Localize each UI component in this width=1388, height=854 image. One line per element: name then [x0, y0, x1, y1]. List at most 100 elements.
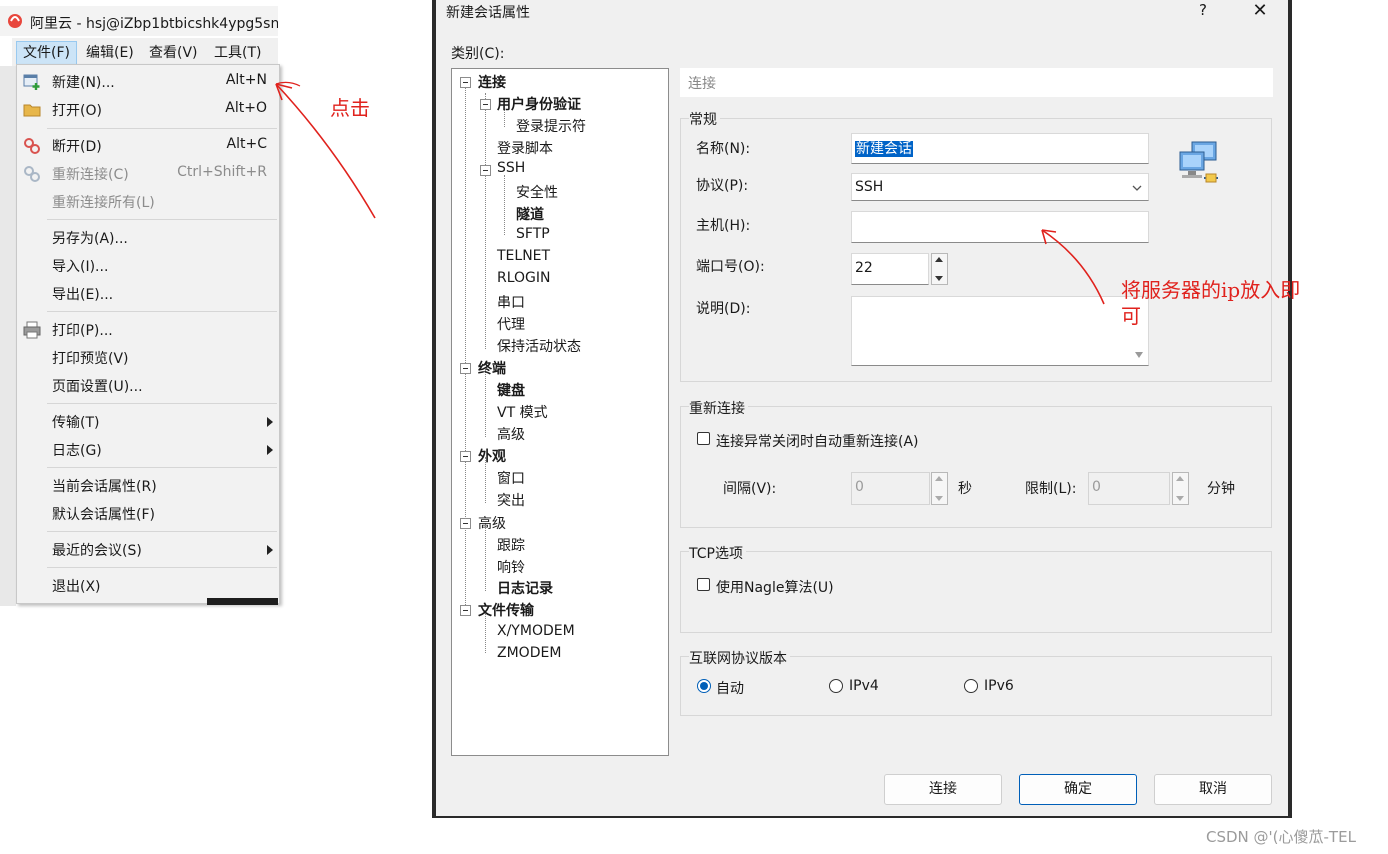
cancel-button[interactable]: 取消	[1154, 774, 1272, 805]
tree-node-highlight[interactable]: 突出	[497, 490, 525, 510]
category-label: 类别(C):	[451, 46, 505, 62]
stepper-up-icon[interactable]	[935, 257, 943, 262]
menu-item-disconnect[interactable]: 断开(D) Alt+C	[17, 133, 279, 159]
tree-node-xymodem[interactable]: X/YMODEM	[497, 623, 575, 639]
scroll-down-icon[interactable]	[1134, 351, 1144, 359]
name-input[interactable]: 新建会话	[851, 133, 1149, 164]
menu-tools[interactable]: 工具(T)	[208, 42, 267, 64]
port-input[interactable]: 22	[851, 253, 929, 285]
annotation-arrow-icon	[1041, 229, 1105, 305]
category-tree[interactable]: 连接 用户身份验证 登录提示符 登录脚本 SSH 安全性 隧道 SFTP TEL…	[451, 68, 669, 756]
menu-item-label: 导入(I)...	[52, 259, 109, 275]
menu-item-recent-sessions[interactable]: 最近的会议(S)	[17, 537, 279, 563]
tree-node-vt-mode[interactable]: VT 模式	[497, 402, 548, 422]
tree-node-keepalive[interactable]: 保持活动状态	[497, 336, 581, 356]
annotation-host-note-line2: 可	[1121, 304, 1141, 328]
menu-separator	[47, 128, 277, 129]
menu-item-print-preview[interactable]: 打印预览(V)	[17, 345, 279, 371]
protocol-select[interactable]: SSH	[851, 173, 1149, 201]
tree-node-window[interactable]: 窗口	[497, 468, 525, 488]
menu-file[interactable]: 文件(F)	[16, 41, 77, 65]
nagle-checkbox[interactable]	[697, 578, 710, 591]
connect-button[interactable]: 连接	[884, 774, 1002, 805]
menu-item-label: 默认会话属性(F)	[52, 507, 155, 523]
tree-node-serial[interactable]: 串口	[497, 292, 525, 312]
tree-collapse-icon[interactable]	[460, 518, 471, 529]
general-group-title: 常规	[689, 109, 720, 129]
annotation-host-note: 将服务器的ip放入即 可	[1121, 277, 1300, 329]
menu-item-accel: Alt+O	[225, 100, 267, 116]
tree-node-appearance[interactable]: 外观	[478, 446, 506, 466]
tree-collapse-icon[interactable]	[480, 99, 491, 110]
folder-icon	[23, 104, 41, 117]
tree-node-security[interactable]: 安全性	[516, 182, 558, 202]
tree-node-file-transfer[interactable]: 文件传输	[478, 600, 534, 620]
menu-item-log[interactable]: 日志(G)	[17, 437, 279, 463]
limit-stepper	[1172, 472, 1189, 505]
tree-node-auth[interactable]: 用户身份验证	[497, 94, 581, 114]
close-button[interactable]: ✕	[1245, 0, 1275, 24]
ip-auto-label: 自动	[716, 681, 744, 697]
session-window: 阿里云 - hsj@iZbp1btbicshk4ypg5sn9 文件(F) 编辑…	[0, 0, 280, 606]
name-label: 名称(N):	[696, 141, 751, 157]
tree-collapse-icon[interactable]	[460, 363, 471, 374]
tree-collapse-icon[interactable]	[460, 605, 471, 616]
interval-input: 0	[851, 472, 930, 505]
limit-label: 限制(L):	[1025, 481, 1077, 497]
tree-collapse-icon[interactable]	[460, 77, 471, 88]
menu-item-accel: Ctrl+Shift+R	[177, 164, 267, 180]
menu-item-save-as[interactable]: 另存为(A)...	[17, 225, 279, 251]
menu-item-accel: Alt+C	[226, 136, 267, 152]
port-stepper[interactable]	[931, 253, 948, 285]
tree-node-rlogin[interactable]: RLOGIN	[497, 270, 551, 286]
menu-item-import[interactable]: 导入(I)...	[17, 253, 279, 279]
menu-item-export[interactable]: 导出(E)...	[17, 281, 279, 307]
auto-reconnect-checkbox[interactable]	[697, 432, 710, 445]
tree-node-bell[interactable]: 响铃	[497, 557, 525, 577]
menu-item-print[interactable]: 打印(P)...	[17, 317, 279, 343]
ok-button[interactable]: 确定	[1019, 774, 1137, 805]
menu-item-exit[interactable]: 退出(X)	[17, 573, 279, 599]
stepper-down-icon[interactable]	[935, 276, 943, 281]
tree-node-ssh[interactable]: SSH	[497, 160, 525, 176]
stepper-up-icon	[935, 476, 943, 481]
tree-node-tunnel[interactable]: 隧道	[516, 204, 544, 224]
help-button[interactable]: ?	[1190, 1, 1216, 23]
tree-node-login-prompt[interactable]: 登录提示符	[516, 116, 586, 136]
auto-reconnect-label: 连接异常关闭时自动重新连接(A)	[716, 434, 919, 450]
tree-node-connection[interactable]: 连接	[478, 72, 506, 92]
tree-node-telnet[interactable]: TELNET	[497, 248, 550, 264]
menu-item-label: 日志(G)	[52, 443, 102, 459]
tree-collapse-icon[interactable]	[460, 451, 471, 462]
tree-collapse-icon[interactable]	[480, 165, 491, 176]
menu-item-transfer[interactable]: 传输(T)	[17, 409, 279, 435]
menu-item-reconnect: 重新连接(C) Ctrl+Shift+R	[17, 161, 279, 187]
menu-edit[interactable]: 编辑(E)	[80, 42, 140, 64]
tree-node-terminal-advanced[interactable]: 高级	[497, 424, 525, 444]
name-input-value: 新建会话	[855, 141, 913, 157]
menu-item-open[interactable]: 打开(O) Alt+O	[17, 97, 279, 123]
limit-unit: 分钟	[1207, 481, 1235, 497]
new-session-icon	[23, 74, 40, 90]
tree-node-proxy[interactable]: 代理	[497, 314, 525, 334]
ipv4-radio[interactable]	[829, 679, 843, 693]
tree-node-logging[interactable]: 日志记录	[497, 578, 553, 598]
tree-node-sftp[interactable]: SFTP	[516, 226, 550, 242]
tree-connector	[485, 523, 486, 591]
tree-node-advanced[interactable]: 高级	[478, 513, 506, 533]
menu-item-page-setup[interactable]: 页面设置(U)...	[17, 373, 279, 399]
ipv6-radio[interactable]	[964, 679, 978, 693]
tree-node-keyboard[interactable]: 键盘	[497, 380, 525, 400]
menu-item-default-session-props[interactable]: 默认会话属性(F)	[17, 501, 279, 527]
menu-item-label: 重新连接所有(L)	[52, 195, 155, 211]
ip-auto-radio[interactable]	[697, 679, 711, 693]
menu-item-label: 导出(E)...	[52, 287, 114, 303]
reconnect-group-title: 重新连接	[689, 398, 748, 418]
tree-node-login-script[interactable]: 登录脚本	[497, 138, 553, 158]
tree-node-zmodem[interactable]: ZMODEM	[497, 645, 561, 661]
tree-node-trace[interactable]: 跟踪	[497, 535, 525, 555]
menu-item-current-session-props[interactable]: 当前会话属性(R)	[17, 473, 279, 499]
tree-node-terminal[interactable]: 终端	[478, 358, 506, 378]
menu-view[interactable]: 查看(V)	[143, 42, 204, 64]
menu-item-new[interactable]: 新建(N)... Alt+N	[17, 69, 279, 95]
